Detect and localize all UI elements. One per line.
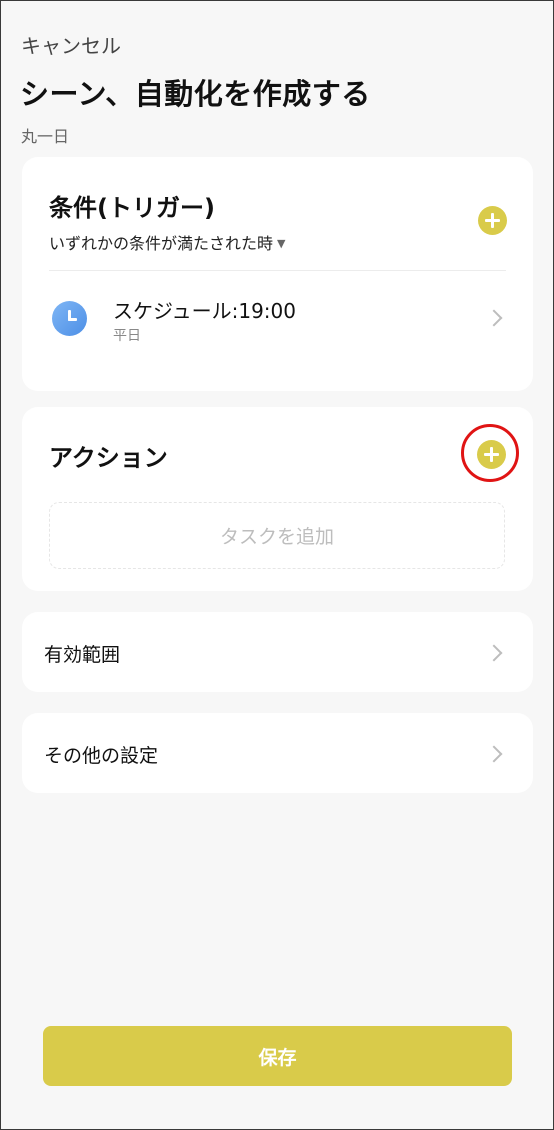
actions-card: アクション タスクを追加 [22, 407, 533, 591]
schedule-condition-item[interactable]: スケジュール:19:00 平日 [22, 271, 533, 361]
add-task-placeholder[interactable]: タスクを追加 [49, 502, 505, 569]
chevron-right-icon [485, 309, 503, 327]
chevron-down-icon: ▼ [277, 237, 286, 250]
chevron-right-icon [485, 644, 503, 662]
effective-range-row[interactable]: 有効範囲 [22, 612, 533, 692]
effective-range-label: 有効範囲 [44, 644, 121, 666]
cancel-button[interactable]: キャンセル [21, 30, 121, 59]
other-settings-row[interactable]: その他の設定 [22, 713, 533, 793]
schedule-subtitle: 平日 [113, 328, 141, 344]
add-condition-button[interactable] [478, 206, 507, 235]
add-action-button[interactable] [477, 440, 506, 469]
save-button[interactable]: 保存 [43, 1026, 512, 1086]
other-settings-label: その他の設定 [44, 745, 159, 767]
page-title: シーン、自動化を作成する [20, 77, 371, 111]
page-subtitle: 丸一日 [21, 127, 70, 146]
conditions-card: 条件(トリガー) いずれかの条件が満たされた時 ▼ スケジュール:19:00 平日 [22, 157, 533, 391]
actions-title: アクション [49, 444, 168, 472]
chevron-right-icon [485, 745, 503, 763]
clock-icon [52, 301, 87, 336]
condition-mode-selector[interactable]: いずれかの条件が満たされた時 ▼ [49, 230, 285, 254]
schedule-title: スケジュール:19:00 [113, 299, 296, 323]
condition-mode-label: いずれかの条件が満たされた時 [49, 234, 274, 253]
conditions-title: 条件(トリガー) [49, 194, 215, 222]
